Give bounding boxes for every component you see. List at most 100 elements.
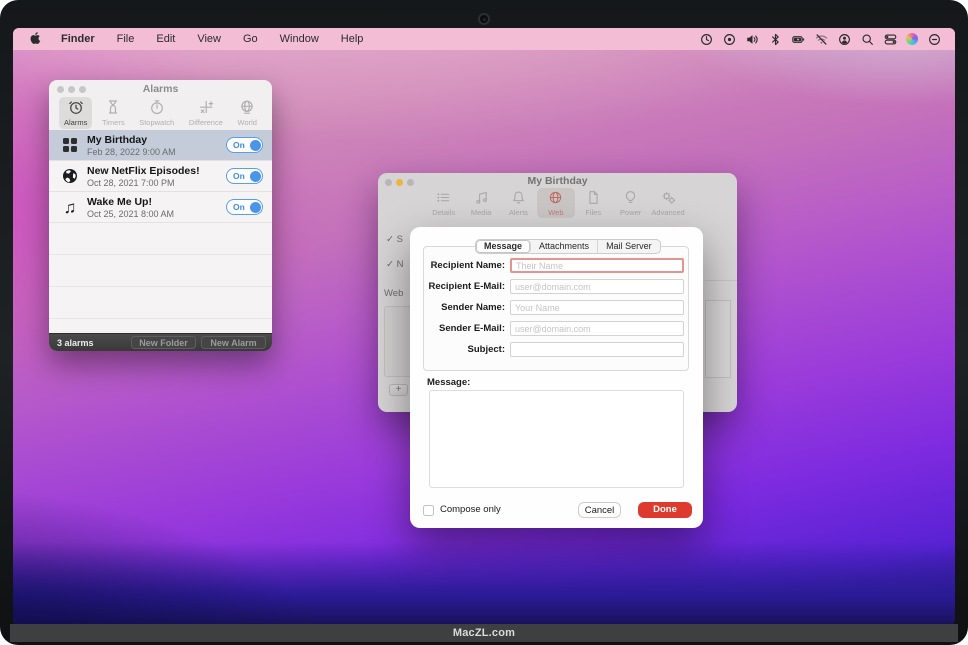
tool-stopwatch[interactable]: Stopwatch xyxy=(134,97,179,129)
alarm-count: 3 alarms xyxy=(57,338,94,348)
globe-icon xyxy=(548,190,563,207)
stopwatch-icon xyxy=(149,99,165,117)
battery-charging-icon[interactable] xyxy=(791,32,805,46)
search-icon[interactable] xyxy=(860,32,874,46)
bell-icon xyxy=(511,190,526,207)
compose-only-label: Compose only xyxy=(440,504,501,515)
document-icon xyxy=(586,190,601,207)
tool-timers[interactable]: Timers xyxy=(97,97,130,129)
birthday-toolbar: Details Media Alerts Web Files xyxy=(425,188,687,222)
world-clock-icon xyxy=(239,99,255,117)
volume-icon[interactable] xyxy=(745,32,759,46)
done-button[interactable]: Done xyxy=(638,502,692,518)
tool-difference[interactable]: Difference xyxy=(184,97,228,129)
minimize-button[interactable] xyxy=(68,86,75,93)
tool-alarms[interactable]: Alarms xyxy=(59,97,92,129)
siri-icon[interactable] xyxy=(906,33,918,45)
subject-field[interactable] xyxy=(510,342,684,357)
recipient-email-field[interactable] xyxy=(510,279,684,294)
sender-name-field[interactable] xyxy=(510,300,684,315)
tool-advanced[interactable]: Advanced xyxy=(649,188,686,218)
empty-row xyxy=(49,287,272,319)
message-sheet-dialog: Message Attachments Mail Server Recipien… xyxy=(410,227,703,528)
user-account-icon[interactable] xyxy=(837,32,851,46)
details-list-icon xyxy=(436,190,451,207)
close-button[interactable] xyxy=(385,179,392,186)
recipient-name-field[interactable] xyxy=(510,258,684,273)
sender-email-label: Sender E-Mail: xyxy=(410,321,505,336)
desktop-screen: Finder File Edit View Go Window Help xyxy=(13,28,955,625)
tab-mail-server[interactable]: Mail Server xyxy=(598,240,660,253)
message-label: Message: xyxy=(427,377,470,388)
music-note-icon: ♫ xyxy=(57,199,83,216)
minimize-button[interactable] xyxy=(396,179,403,186)
menu-window[interactable]: Window xyxy=(269,28,330,50)
wifi-off-icon[interactable] xyxy=(814,32,828,46)
tool-web[interactable]: Web xyxy=(537,188,574,218)
menu-help[interactable]: Help xyxy=(330,28,375,50)
menu-file[interactable]: File xyxy=(106,28,146,50)
control-center-icon[interactable] xyxy=(883,32,897,46)
empty-row xyxy=(49,223,272,255)
tool-files[interactable]: Files xyxy=(575,188,612,218)
menu-bar: Finder File Edit View Go Window Help xyxy=(13,28,955,50)
empty-row xyxy=(49,319,272,333)
menu-edit[interactable]: Edit xyxy=(145,28,186,50)
close-button[interactable] xyxy=(57,86,64,93)
tool-world[interactable]: World xyxy=(233,97,262,129)
apple-menu[interactable] xyxy=(25,28,50,50)
menu-go[interactable]: Go xyxy=(232,28,269,50)
tool-power[interactable]: Power xyxy=(612,188,649,218)
tool-alerts[interactable]: Alerts xyxy=(500,188,537,218)
tool-details[interactable]: Details xyxy=(425,188,462,218)
lightbulb-icon xyxy=(623,190,638,207)
recipient-name-label: Recipient Name: xyxy=(410,258,505,273)
clock-icon[interactable] xyxy=(699,32,713,46)
sender-email-field[interactable] xyxy=(510,321,684,336)
checkbox-checked[interactable]: ✓ S xyxy=(386,234,403,245)
alarm-toggle[interactable]: On xyxy=(226,199,263,215)
new-folder-button[interactable]: New Folder xyxy=(131,336,196,349)
tab-attachments[interactable]: Attachments xyxy=(531,240,598,253)
alarms-statusbar: 3 alarms New Folder New Alarm xyxy=(49,333,272,351)
sender-name-label: Sender Name: xyxy=(410,300,505,315)
bluetooth-icon[interactable] xyxy=(768,32,782,46)
alarms-toolbar: Alarms Timers Stopwatch Difference World xyxy=(49,96,272,130)
record-icon[interactable] xyxy=(722,32,736,46)
music-notes-icon xyxy=(474,190,489,207)
menu-finder[interactable]: Finder xyxy=(50,28,106,50)
alarm-row-netflix[interactable]: New NetFlix Episodes! Oct 28, 2021 7:00 … xyxy=(49,161,272,192)
toggle-knob xyxy=(250,171,261,182)
alarms-titlebar: Alarms xyxy=(49,80,272,96)
zoom-button[interactable] xyxy=(407,179,414,186)
alarm-clock-icon xyxy=(68,99,84,117)
apple-logo-icon xyxy=(29,31,41,48)
tab-message[interactable]: Message xyxy=(476,240,531,253)
webcam xyxy=(478,13,490,25)
zoom-button[interactable] xyxy=(79,86,86,93)
menu-view[interactable]: View xyxy=(186,28,232,50)
gears-icon xyxy=(661,190,676,207)
alarm-toggle[interactable]: On xyxy=(226,137,263,153)
new-alarm-button[interactable]: New Alarm xyxy=(201,336,266,349)
add-button[interactable]: + xyxy=(389,384,408,396)
hourglass-icon xyxy=(105,99,121,117)
web-section-label: Web xyxy=(384,288,403,299)
subject-label: Subject: xyxy=(410,342,505,357)
globe-earth-icon xyxy=(57,168,83,184)
cancel-button[interactable]: Cancel xyxy=(578,502,621,518)
checkbox-checked[interactable]: ✓ N xyxy=(386,259,403,270)
alarm-toggle[interactable]: On xyxy=(226,168,263,184)
laptop-bezel: Finder File Edit View Go Window Help xyxy=(0,0,968,645)
alarms-list: My Birthday Feb 28, 2022 9:00 AM On New … xyxy=(49,130,272,333)
alarm-row-my-birthday[interactable]: My Birthday Feb 28, 2022 9:00 AM On xyxy=(49,130,272,161)
alarms-window: Alarms Alarms Timers Stopwatch Differen xyxy=(49,80,272,351)
toggle-knob xyxy=(250,140,261,151)
side-list-box xyxy=(705,300,731,378)
minus-circle-icon[interactable] xyxy=(927,32,941,46)
watermark: MacZL.com xyxy=(10,624,958,642)
tool-media[interactable]: Media xyxy=(462,188,499,218)
alarm-row-wake-me-up[interactable]: ♫ Wake Me Up! Oct 25, 2021 8:00 AM On xyxy=(49,192,272,223)
message-textarea[interactable] xyxy=(429,390,684,488)
compose-only-checkbox[interactable] xyxy=(423,505,434,516)
